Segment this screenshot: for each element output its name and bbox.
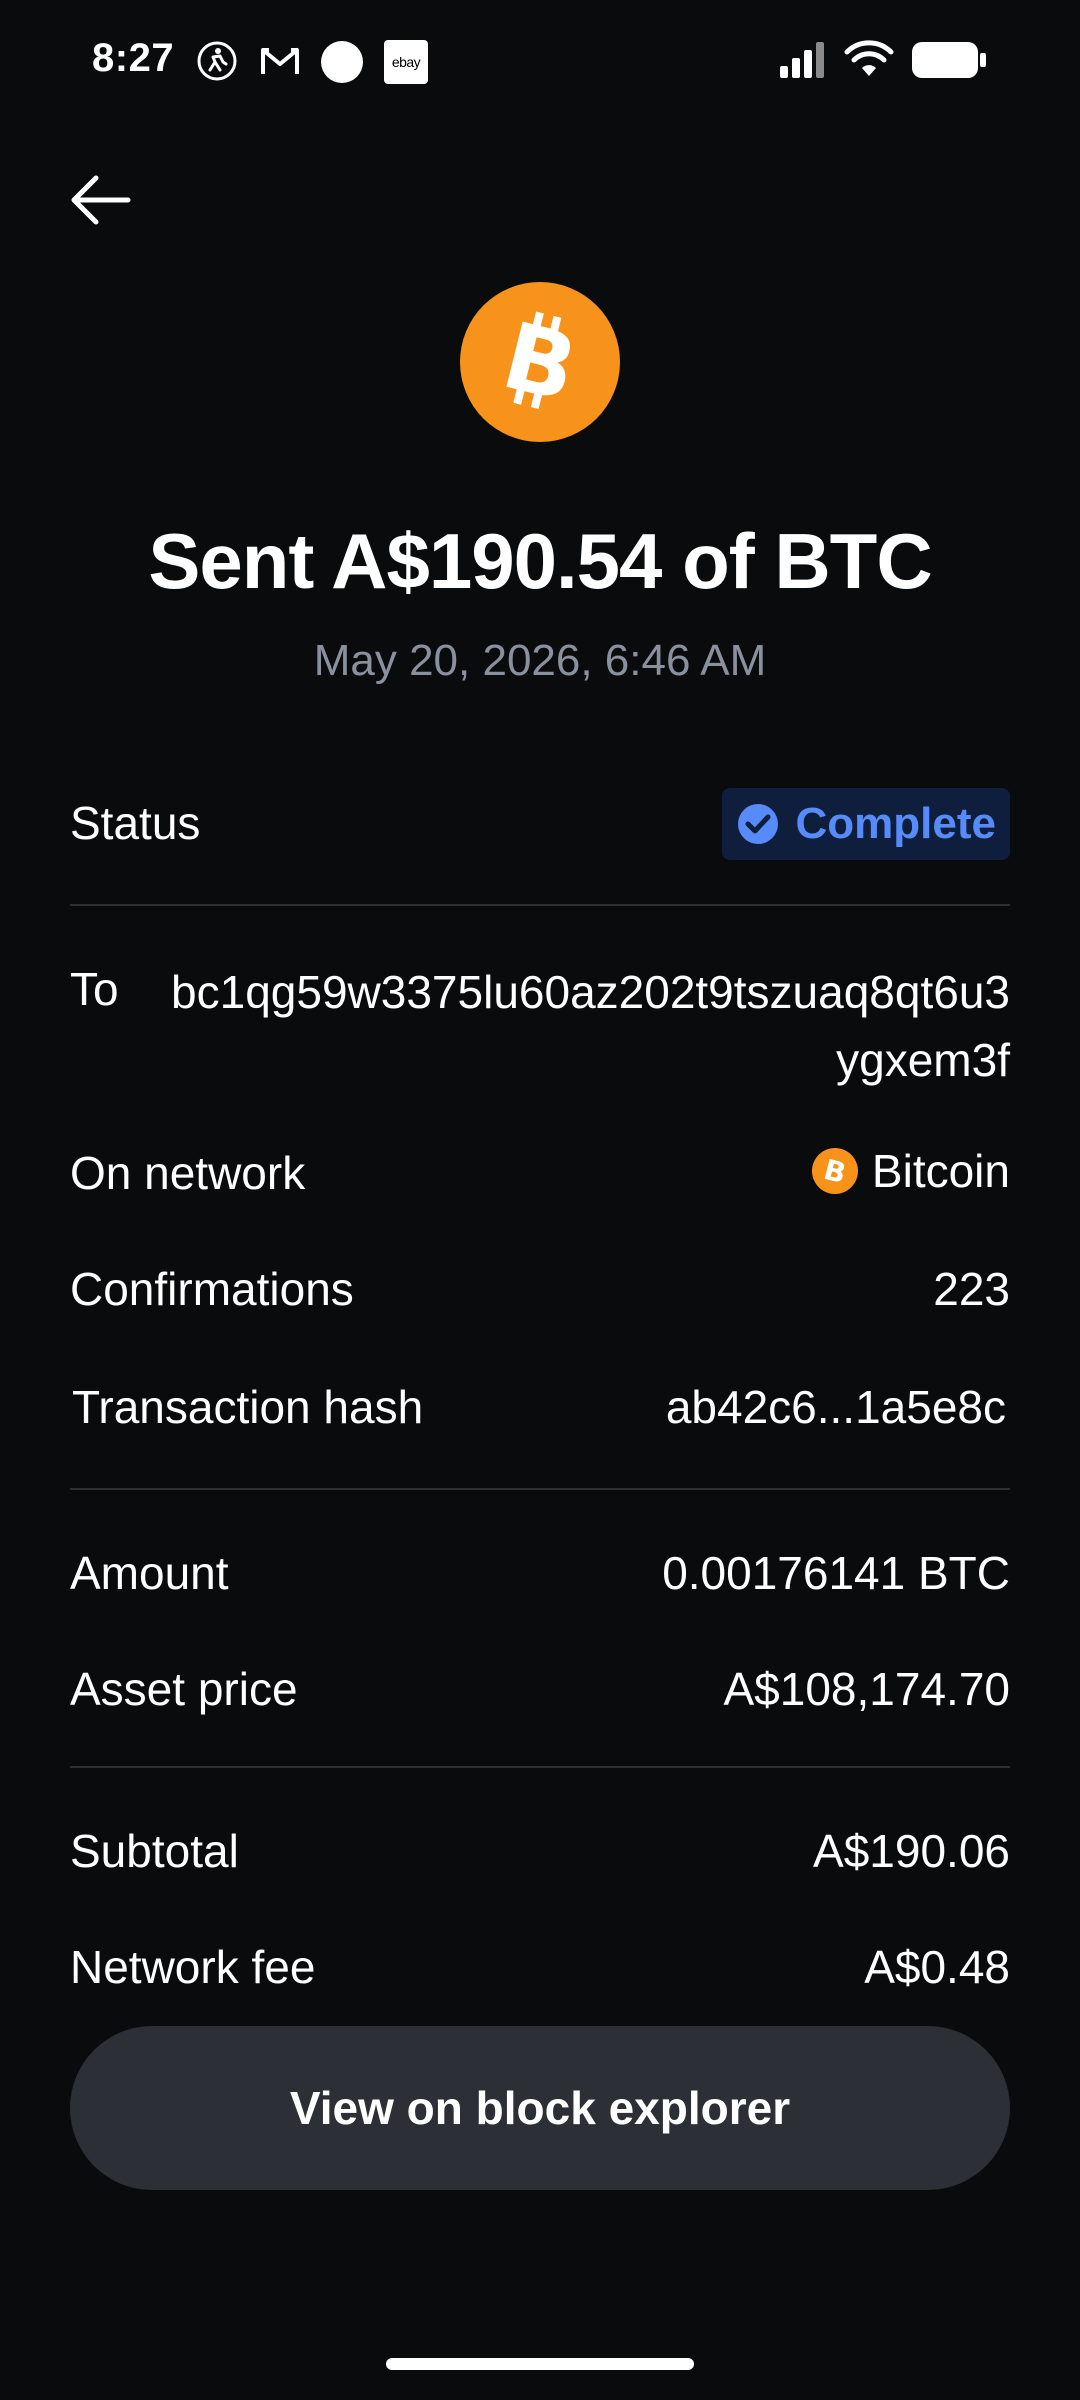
ebay-icon-label: ebay — [391, 54, 421, 70]
gmail-icon — [261, 48, 299, 74]
accessibility-icon — [197, 41, 237, 81]
confirmations-label: Confirmations — [70, 1263, 354, 1315]
check-circle-icon — [737, 804, 778, 844]
asset-price-value: A$108,174.70 — [723, 1663, 1011, 1715]
bitcoin-small-icon: B — [811, 1148, 858, 1194]
asset-price-label: Asset price — [70, 1663, 298, 1715]
hash-value[interactable]: ab42c6...1a5e8c — [666, 1380, 1006, 1434]
amount-label: Amount — [70, 1547, 229, 1599]
status-label: Status — [70, 797, 201, 849]
home-indicator[interactable] — [386, 2358, 694, 2370]
divider — [70, 904, 1010, 906]
amount-value: 0.00176141 BTC — [662, 1547, 1010, 1599]
view-block-explorer-button[interactable]: View on block explorer — [70, 2026, 1010, 2190]
divider — [70, 1766, 1010, 1768]
page-title: Sent A$190.54 of BTC — [148, 517, 932, 605]
status-badge: Complete — [721, 788, 1010, 860]
network-name: Bitcoin — [871, 1145, 1010, 1197]
network-fee-value: A$0.48 — [864, 1941, 1010, 1993]
arrow-left-icon — [71, 175, 131, 225]
ebay-icon: ebay — [384, 40, 428, 84]
to-label: To — [70, 963, 119, 1015]
signal-icon — [780, 42, 824, 78]
wifi-icon — [844, 40, 894, 76]
view-block-explorer-label: View on block explorer — [289, 2082, 791, 2134]
bitcoin-icon: B — [460, 282, 620, 442]
status-bar: 8:27 ebay — [0, 0, 1080, 120]
hash-label: Transaction hash — [72, 1381, 424, 1433]
confirmations-value: 223 — [933, 1263, 1010, 1315]
status-time: 8:27 — [92, 36, 175, 80]
network-label: On network — [70, 1147, 306, 1199]
to-address[interactable]: bc1qg59w3375lu60az202t9tszuaq8qt6u3ygxem… — [170, 958, 1010, 1094]
subtotal-value: A$190.06 — [813, 1825, 1010, 1877]
network-value: B Bitcoin — [811, 1144, 1010, 1198]
status-value: Complete — [795, 799, 996, 848]
network-fee-label: Network fee — [70, 1941, 316, 1993]
battery-icon — [912, 42, 986, 78]
circle-icon — [321, 41, 363, 83]
transaction-datetime: May 20, 2026, 6:46 AM — [313, 636, 767, 685]
back-button[interactable] — [60, 160, 140, 240]
divider — [70, 1488, 1010, 1490]
subtotal-label: Subtotal — [70, 1825, 239, 1877]
